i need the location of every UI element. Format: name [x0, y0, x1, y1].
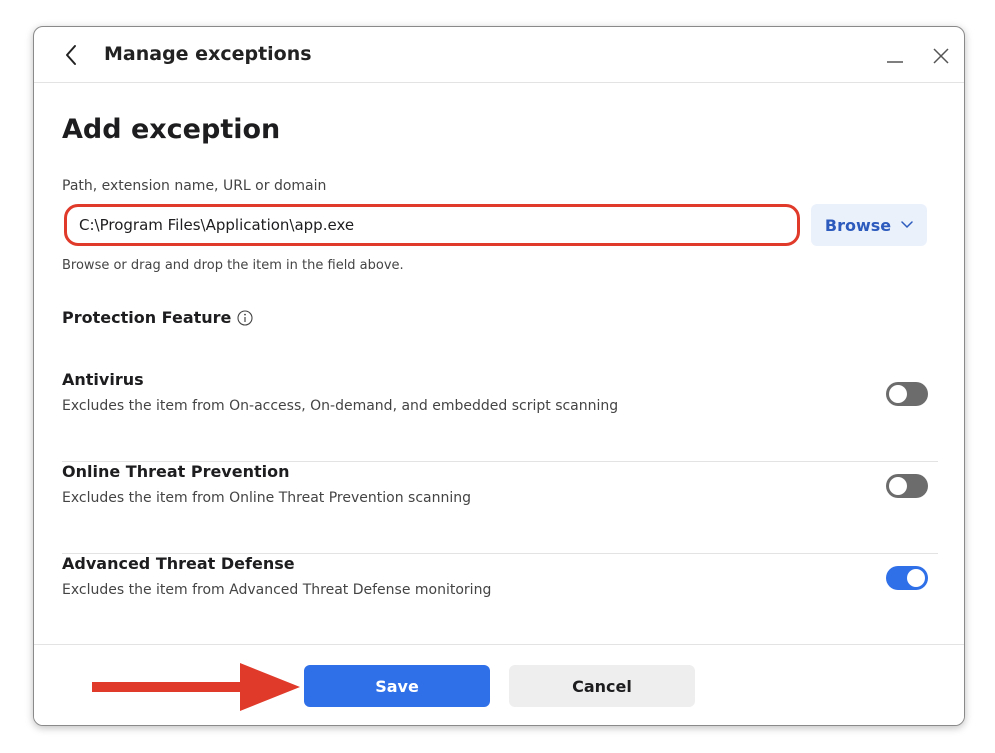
toggle-knob	[889, 477, 907, 495]
feature-title: Antivirus	[62, 370, 144, 389]
close-icon	[933, 48, 949, 64]
feature-description: Excludes the item from Online Threat Pre…	[62, 490, 472, 506]
toggle-knob	[907, 569, 925, 587]
browse-button-label: Browse	[824, 215, 892, 235]
feature-row-advanced-threat-defense: Advanced Threat Defense Excludes the ite…	[62, 554, 938, 646]
save-button[interactable]: Save	[304, 665, 490, 707]
manage-exceptions-window: Manage exceptions Add exception Path, ex…	[33, 26, 965, 726]
feature-description: Excludes the item from On-access, On-dem…	[62, 398, 619, 414]
window-title: Manage exceptions	[104, 43, 312, 65]
browse-button[interactable]: Browse	[811, 204, 927, 246]
feature-title: Online Threat Prevention	[62, 462, 290, 481]
footer-bar: Save Cancel	[34, 644, 964, 725]
path-input[interactable]	[64, 204, 800, 246]
path-field-label: Path, extension name, URL or domain	[62, 178, 327, 194]
chevron-left-icon	[66, 45, 76, 65]
feature-row-online-threat-prevention: Online Threat Prevention Excludes the it…	[62, 462, 938, 554]
online-threat-prevention-toggle[interactable]	[886, 474, 928, 498]
feature-title: Advanced Threat Defense	[62, 554, 295, 573]
toggle-knob	[889, 385, 907, 403]
feature-row-antivirus: Antivirus Excludes the item from On-acce…	[62, 370, 938, 462]
close-button[interactable]	[930, 45, 952, 67]
path-hint: Browse or drag and drop the item in the …	[62, 258, 404, 273]
back-button[interactable]	[60, 43, 84, 67]
title-bar: Manage exceptions	[34, 27, 964, 83]
info-icon[interactable]	[237, 309, 253, 326]
feature-description: Excludes the item from Advanced Threat D…	[62, 582, 492, 598]
protection-feature-heading: Protection Feature	[62, 308, 253, 327]
advanced-threat-defense-toggle[interactable]	[886, 566, 928, 590]
antivirus-toggle[interactable]	[886, 382, 928, 406]
protection-feature-label: Protection Feature	[62, 308, 232, 327]
content-area: Add exception Path, extension name, URL …	[34, 84, 964, 646]
page-heading: Add exception	[62, 114, 281, 145]
arrow-right-icon	[92, 663, 300, 711]
minimize-icon	[887, 61, 903, 63]
minimize-button[interactable]	[884, 47, 906, 67]
cancel-button[interactable]: Cancel	[509, 665, 695, 707]
chevron-down-icon	[901, 221, 913, 229]
